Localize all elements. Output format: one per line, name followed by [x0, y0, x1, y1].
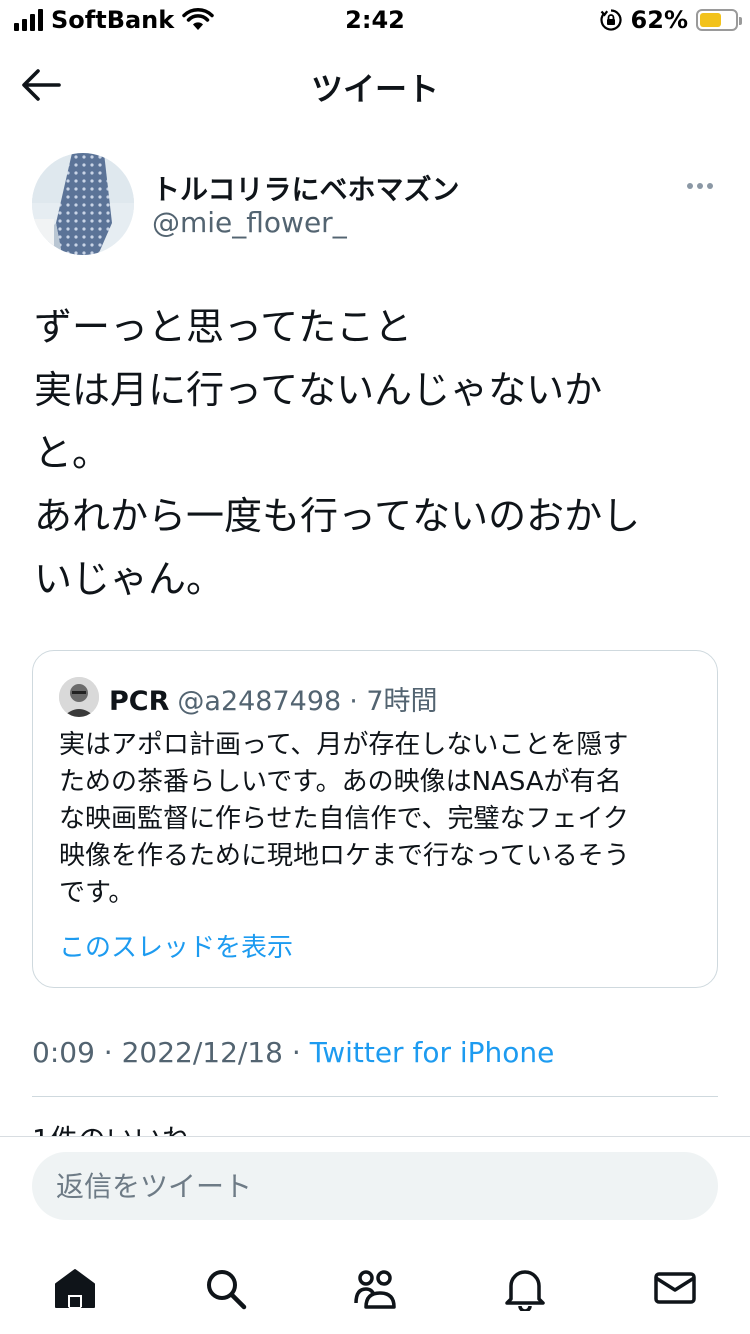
tweet-text-line: 実は月に行ってないんじゃないか: [34, 368, 603, 412]
reply-input[interactable]: [32, 1152, 718, 1220]
tweet-text-line: と。: [34, 431, 111, 475]
quoted-text: 実はアポロ計画って、月が存在しないことを隠す ための茶番らしいです。あの映像はN…: [59, 727, 699, 912]
tweet-text: ずーっと思ってたこと 実は月に行ってないんじゃないか と。 あれから一度も行って…: [34, 296, 724, 611]
tweet-date: 2022/12/18: [121, 1036, 283, 1069]
quoted-text-line: 映像を作るために現地ロケまで行なっているそう: [59, 841, 630, 871]
tab-notifications[interactable]: [497, 1260, 553, 1316]
tab-messages[interactable]: [647, 1260, 703, 1316]
more-options-button[interactable]: [682, 172, 718, 200]
likes-count[interactable]: 1件のいいね: [32, 1116, 190, 1136]
author-display-name[interactable]: トルコリラにベホマズン: [152, 168, 459, 208]
quoted-tweet-card[interactable]: PCR @a2487498 · 7時間 実はアポロ計画って、月が存在しないことを…: [32, 650, 718, 988]
tweet-text-line: ずーっと思ってたこと: [34, 305, 413, 349]
tab-search[interactable]: [197, 1260, 253, 1316]
avatar-image: [32, 153, 134, 255]
reply-bar-separator: [0, 1136, 750, 1137]
likes-text: 1件のいいね: [32, 1123, 190, 1136]
tweet-detail-screen: SoftBank 2:42 62% ツイート トルコリラにベホマズン @mie_…: [0, 0, 750, 1334]
quoted-text-line: な映画監督に作らせた自信作で、完璧なフェイク: [59, 804, 629, 834]
messages-icon: [654, 1272, 696, 1304]
quoted-text-line: ための茶番らしいです。あの映像はNASAが有名: [59, 767, 622, 797]
tweet-meta: 0:09 · 2022/12/18 · Twitter for iPhone: [32, 1036, 554, 1069]
page-title: ツイート: [310, 70, 439, 108]
battery-percent: 62%: [630, 6, 688, 34]
divider: [32, 1096, 718, 1097]
notifications-icon: [505, 1270, 545, 1311]
battery-icon: [696, 9, 742, 31]
status-right: 62%: [599, 6, 742, 34]
meta-separator: ·: [291, 1036, 301, 1069]
bottom-tab-bar: [0, 1248, 750, 1328]
show-thread-link[interactable]: このスレッドを表示: [59, 927, 293, 964]
orientation-lock-icon: [600, 9, 622, 31]
quoted-author-handle: @a2487498: [177, 686, 342, 717]
author-handle[interactable]: @mie_flower_: [152, 206, 347, 239]
quoted-text-line: です。: [59, 878, 135, 908]
search-icon: [207, 1270, 247, 1310]
author-avatar[interactable]: [32, 153, 134, 255]
nav-header: ツイート: [0, 44, 750, 124]
quoted-author-name: PCR: [109, 686, 170, 717]
home-icon: [55, 1269, 95, 1308]
quoted-author-avatar: [59, 677, 99, 717]
tab-communities[interactable]: [347, 1260, 403, 1316]
more-dots-icon: [687, 183, 693, 189]
quoted-header: PCR @a2487498 · 7時間: [109, 679, 438, 718]
tweet-text-line: あれから一度も行ってないのおかし: [34, 494, 641, 538]
tweet-time: 0:09: [32, 1036, 95, 1069]
meta-separator: ·: [103, 1036, 113, 1069]
tweet-text-line: いじゃん。: [34, 557, 225, 601]
communities-icon: [354, 1270, 396, 1309]
tab-home[interactable]: [47, 1260, 103, 1316]
quoted-time: · 7時間: [349, 686, 438, 717]
tweet-source-link[interactable]: Twitter for iPhone: [310, 1036, 555, 1069]
quoted-text-line: 実はアポロ計画って、月が存在しないことを隠す: [59, 730, 629, 760]
battery-level: [700, 13, 721, 27]
status-bar: SoftBank 2:42 62%: [0, 0, 750, 44]
